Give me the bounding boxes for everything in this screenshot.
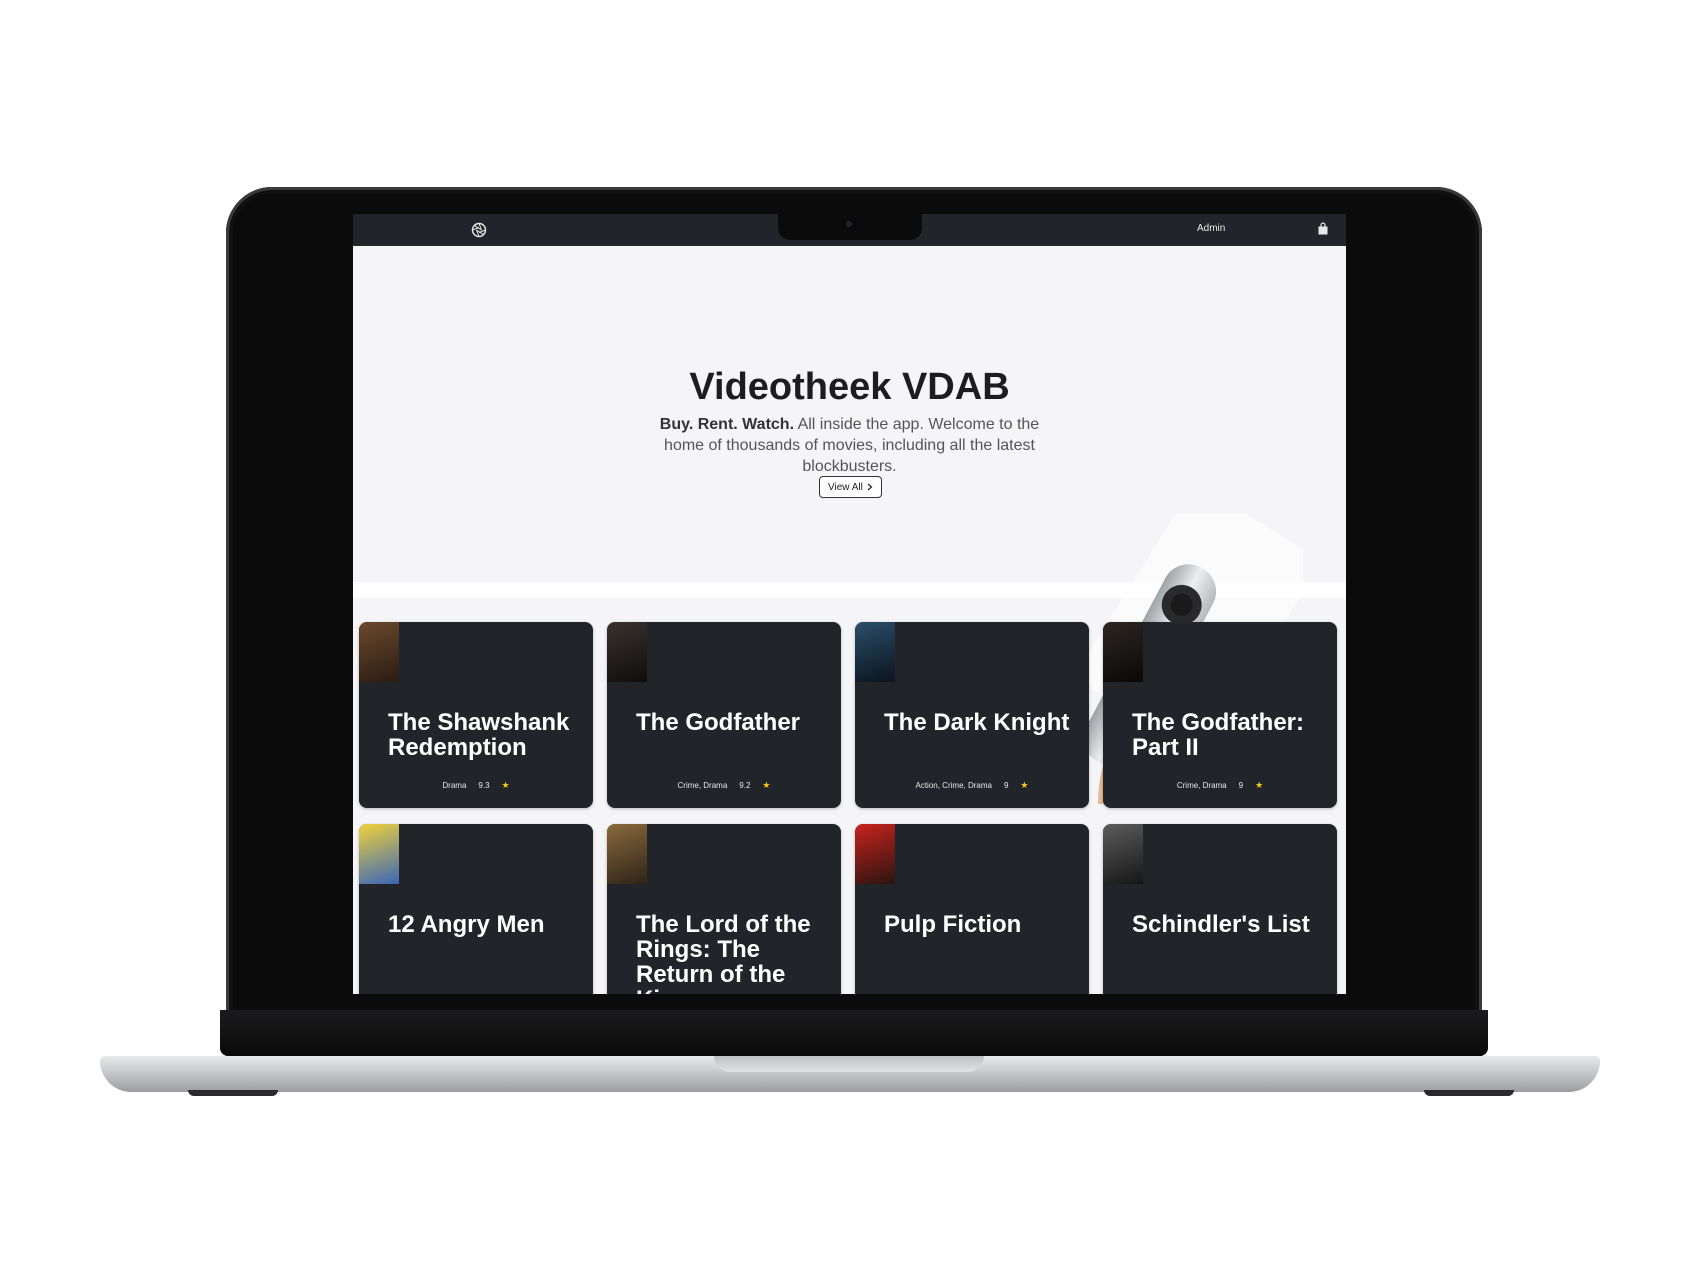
movie-rating: 9 xyxy=(1003,781,1009,790)
camera-icon xyxy=(846,221,852,227)
movie-title[interactable]: The Godfather: Part II xyxy=(1132,710,1332,760)
star-icon: ★ xyxy=(501,780,510,790)
star-icon: ★ xyxy=(1020,780,1029,790)
movie-card[interactable]: The Godfather: Part II Crime, Drama 9 ★ xyxy=(1103,622,1337,808)
chevron-right-icon xyxy=(867,483,873,491)
movie-meta: Crime, Drama 9 ★ xyxy=(1103,780,1337,791)
aperture-icon[interactable] xyxy=(471,222,487,238)
movie-title[interactable]: 12 Angry Men xyxy=(388,912,588,937)
hero-tagline-bold: Buy. Rent. Watch. xyxy=(659,416,795,433)
movie-poster[interactable] xyxy=(1103,622,1143,682)
camera-notch xyxy=(778,214,922,240)
movie-meta: Crime, Drama 9.2 ★ xyxy=(607,780,841,791)
movie-title[interactable]: The Godfather xyxy=(636,710,836,735)
movie-title[interactable]: The Lord of the Rings: The Return of the… xyxy=(636,912,836,994)
movie-card[interactable]: The Dark Knight Action, Crime, Drama 9 ★ xyxy=(855,622,1089,808)
movie-poster[interactable] xyxy=(1103,824,1143,884)
view-all-button[interactable]: View All xyxy=(819,476,882,498)
movie-poster[interactable] xyxy=(855,622,895,682)
movie-genres: Crime, Drama xyxy=(677,781,728,790)
movie-card[interactable]: 12 Angry Men xyxy=(359,824,593,994)
movie-title[interactable]: The Shawshank Redemption xyxy=(388,710,588,760)
movie-card[interactable]: The Shawshank Redemption Drama 9.3 ★ xyxy=(359,622,593,808)
admin-link[interactable]: Admin xyxy=(1197,223,1225,234)
movie-rating: 9.3 xyxy=(478,781,490,790)
movie-title[interactable]: Schindler's List xyxy=(1132,912,1332,937)
view-all-label: View All xyxy=(828,481,863,493)
movie-genres: Drama xyxy=(442,781,467,790)
movie-rating: 9.2 xyxy=(739,781,751,790)
movie-poster[interactable] xyxy=(359,622,399,682)
laptop-opening-notch xyxy=(714,1056,984,1072)
movie-poster[interactable] xyxy=(607,824,647,884)
movie-rating: 9 xyxy=(1238,781,1244,790)
browser-viewport: Admin Videotheek VDAB Buy. Rent. Watch. … xyxy=(353,214,1346,994)
movie-card[interactable]: The Lord of the Rings: The Return of the… xyxy=(607,824,841,994)
laptop-bezel-bottom xyxy=(220,1010,1488,1056)
movie-title[interactable]: Pulp Fiction xyxy=(884,912,1084,937)
hero-description: Buy. Rent. Watch. All inside the app. We… xyxy=(658,414,1041,477)
laptop-foot-right xyxy=(1424,1090,1514,1096)
shopping-bag-icon[interactable] xyxy=(1317,222,1329,236)
movie-card[interactable]: Pulp Fiction xyxy=(855,824,1089,994)
movie-card[interactable]: The Godfather Crime, Drama 9.2 ★ xyxy=(607,622,841,808)
movie-meta: Action, Crime, Drama 9 ★ xyxy=(855,780,1089,791)
hero-title: Videotheek VDAB xyxy=(689,366,1010,408)
movie-poster[interactable] xyxy=(607,622,647,682)
movie-meta: Drama 9.3 ★ xyxy=(359,780,593,791)
laptop-foot-left xyxy=(188,1090,278,1096)
movie-poster[interactable] xyxy=(855,824,895,884)
movie-card[interactable]: Schindler's List xyxy=(1103,824,1337,994)
star-icon: ★ xyxy=(762,780,771,790)
movie-genres: Action, Crime, Drama xyxy=(915,781,992,790)
movie-poster[interactable] xyxy=(359,824,399,884)
movie-genres: Crime, Drama xyxy=(1176,781,1227,790)
movie-title[interactable]: The Dark Knight xyxy=(884,710,1084,735)
star-icon: ★ xyxy=(1255,780,1264,790)
